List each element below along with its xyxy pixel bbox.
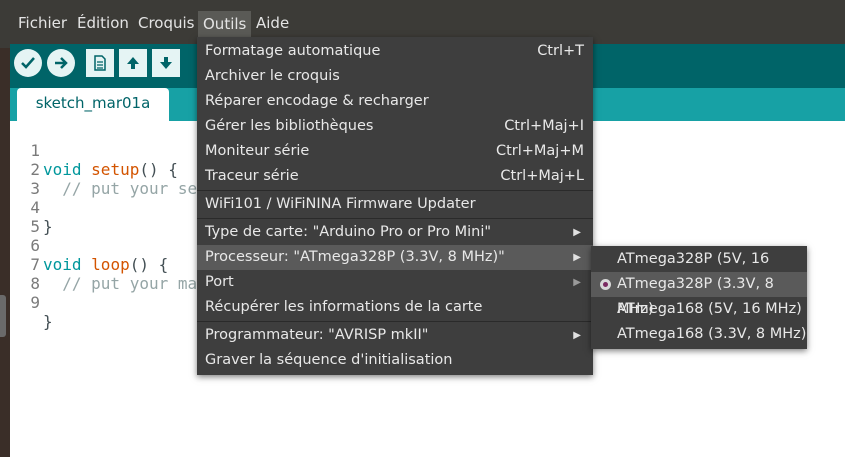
code-line: 6 void loop() {: [10, 217, 168, 274]
function-name: setup: [91, 160, 140, 179]
menu-aide[interactable]: Aide: [256, 14, 289, 32]
new-file-icon: [94, 55, 106, 71]
processeur-submenu: ATmega328P (5V, 16 MHz) ATmega328P (3.3V…: [591, 246, 807, 349]
menu-item-bibliotheques[interactable]: Gérer les bibliothèques Ctrl+Maj+I: [197, 114, 593, 139]
arrow-up-icon: [127, 57, 139, 69]
menu-item-label: Type de carte: "Arduino Pro or Pro Mini": [205, 224, 492, 240]
menu-item-label: Traceur série: [205, 168, 299, 184]
code-line: 5: [10, 198, 49, 236]
menu-item-label: Formatage automatique: [205, 43, 381, 59]
radio-selected-icon: [600, 279, 611, 290]
code-line: 4 }: [10, 179, 52, 236]
menu-edition[interactable]: Édition: [77, 14, 129, 32]
menu-item-label: Récupérer les informations de la carte: [205, 299, 483, 315]
menu-item-formatage[interactable]: Formatage automatique Ctrl+T: [197, 39, 593, 64]
outils-menu: Formatage automatique Ctrl+T Archiver le…: [197, 37, 593, 375]
code-text: () {: [139, 160, 178, 179]
menu-croquis[interactable]: Croquis: [138, 14, 195, 32]
menu-fichier[interactable]: Fichier: [18, 14, 67, 32]
comment: // put your se: [43, 179, 198, 198]
code-text: }: [43, 312, 53, 331]
menu-item-graver-sequence[interactable]: Graver la séquence d'initialisation: [197, 348, 593, 373]
menu-item-type-carte[interactable]: Type de carte: "Arduino Pro or Pro Mini"…: [197, 220, 593, 245]
submenu-arrow-icon: ▶: [573, 330, 581, 341]
save-button[interactable]: [152, 49, 180, 77]
submenu-item-label: ATmega168 (5V, 16 MHz): [617, 301, 802, 317]
menu-item-port[interactable]: Port ▶: [197, 270, 593, 295]
check-icon: [21, 57, 35, 69]
arrow-down-icon: [160, 57, 172, 69]
keyword: void: [43, 160, 82, 179]
menu-item-shortcut: Ctrl+T: [537, 43, 584, 59]
menu-item-label: WiFi101 / WiFiNINA Firmware Updater: [205, 196, 476, 212]
menu-item-label: Moniteur série: [205, 143, 310, 159]
menu-item-shortcut: Ctrl+Maj+I: [504, 118, 584, 134]
menu-item-shortcut: Ctrl+Maj+L: [500, 168, 584, 184]
function-name: loop: [91, 255, 130, 274]
submenu-item-atmega328p-5v[interactable]: ATmega328P (5V, 16 MHz): [591, 247, 807, 292]
arrow-right-icon: [55, 57, 68, 69]
submenu-item-atmega328p-3v3[interactable]: ATmega328P (3.3V, 8 MHz): [591, 272, 807, 317]
submenu-arrow-icon: ▶: [573, 252, 581, 263]
menu-item-archiver[interactable]: Archiver le croquis: [197, 64, 593, 89]
menu-item-moniteur[interactable]: Moniteur série Ctrl+Maj+M: [197, 139, 593, 164]
submenu-item-atmega168-5v[interactable]: ATmega168 (5V, 16 MHz): [591, 297, 807, 322]
menu-item-recuperer-infos[interactable]: Récupérer les informations de la carte: [197, 295, 593, 320]
code-line: 7 // put your ma: [10, 236, 197, 293]
menu-item-label: Graver la séquence d'initialisation: [205, 352, 453, 368]
code-line: 8: [10, 255, 49, 293]
menu-separator: [197, 218, 593, 219]
open-button[interactable]: [119, 49, 147, 77]
code-text: () {: [129, 255, 169, 274]
menu-separator: [197, 321, 593, 322]
window-edge-handle: [0, 295, 6, 337]
keyword: void: [43, 255, 82, 274]
menu-item-label: Port: [205, 274, 234, 290]
menu-item-label: Processeur: "ATmega328P (3.3V, 8 MHz)": [205, 249, 505, 265]
code-line: 2 // put your se: [10, 141, 197, 198]
submenu-item-label: ATmega168 (3.3V, 8 MHz): [617, 326, 807, 342]
menu-item-label: Programmateur: "AVRISP mkII": [205, 327, 429, 343]
menu-item-wifi-updater[interactable]: WiFi101 / WiFiNINA Firmware Updater: [197, 192, 593, 217]
submenu-arrow-icon: ▶: [573, 277, 581, 288]
line-number: 9: [30, 293, 40, 312]
menu-item-reparer[interactable]: Réparer encodage & recharger: [197, 89, 593, 114]
code-line: 1 void setup() {: [10, 122, 178, 179]
comment: // put your ma: [43, 274, 198, 293]
upload-button[interactable]: [47, 49, 75, 77]
menu-item-programmateur[interactable]: Programmateur: "AVRISP mkII" ▶: [197, 323, 593, 348]
menu-item-processeur[interactable]: Processeur: "ATmega328P (3.3V, 8 MHz)" ▶: [197, 245, 593, 270]
menu-item-label: Archiver le croquis: [205, 68, 340, 84]
menu-separator: [197, 190, 593, 191]
submenu-item-atmega168-3v3[interactable]: ATmega168 (3.3V, 8 MHz): [591, 322, 807, 347]
menu-item-traceur[interactable]: Traceur série Ctrl+Maj+L: [197, 164, 593, 189]
menu-item-label: Gérer les bibliothèques: [205, 118, 374, 134]
menu-item-shortcut: Ctrl+Maj+M: [495, 143, 584, 159]
verify-button[interactable]: [14, 49, 42, 77]
menu-item-label: Réparer encodage & recharger: [205, 93, 429, 109]
new-button[interactable]: [86, 49, 114, 77]
code-line: 9 }: [10, 274, 52, 331]
code-line: 3: [10, 160, 49, 198]
tab-sketch[interactable]: sketch_mar01a: [17, 88, 169, 121]
menu-outils[interactable]: Outils: [198, 11, 252, 37]
submenu-arrow-icon: ▶: [573, 227, 581, 238]
